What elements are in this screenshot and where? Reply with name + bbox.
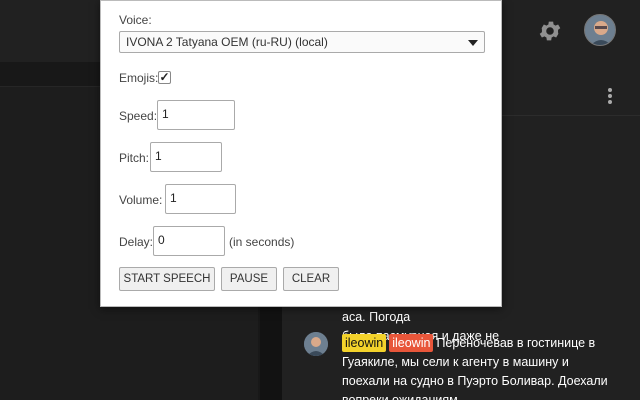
message-line: аса. Погода xyxy=(342,310,411,324)
volume-input[interactable]: 1 xyxy=(165,184,236,214)
voice-select[interactable]: IVONA 2 Tatyana OEM (ru-RU) (local) xyxy=(119,31,485,53)
user-avatar[interactable] xyxy=(584,14,616,46)
username-badge[interactable]: ileowin xyxy=(389,334,434,352)
pause-button[interactable]: PAUSE xyxy=(221,267,277,291)
emojis-checkbox[interactable]: ✓ xyxy=(158,71,171,84)
dropdown-arrow-icon xyxy=(468,40,478,46)
more-vert-icon[interactable] xyxy=(606,86,614,106)
voice-label: Voice: xyxy=(119,13,152,27)
gear-icon[interactable] xyxy=(537,18,563,44)
delay-label: Delay: xyxy=(119,235,154,249)
voice-select-value: IVONA 2 Tatyana OEM (ru-RU) (local) xyxy=(126,35,328,49)
speed-input[interactable]: 1 xyxy=(157,100,235,130)
volume-label: Volume: xyxy=(119,193,163,207)
chat-avatar xyxy=(304,332,328,356)
delay-input[interactable]: 0 xyxy=(153,226,225,256)
username-badge[interactable]: ileowin xyxy=(342,334,387,352)
delay-unit: (in seconds) xyxy=(229,235,295,249)
clear-button[interactable]: CLEAR xyxy=(283,267,339,291)
speed-label: Speed: xyxy=(119,109,158,123)
pitch-input[interactable]: 1 xyxy=(150,142,222,172)
speech-popup: Voice: IVONA 2 Tatyana OEM (ru-RU) (loca… xyxy=(100,0,502,307)
chat-message: ileowin ileowin Переночевав в гостинице в … xyxy=(342,334,612,400)
start-speech-button[interactable]: START SPEECH xyxy=(119,267,215,291)
emojis-label: Emojis: xyxy=(119,71,159,85)
pitch-label: Pitch: xyxy=(119,151,150,165)
